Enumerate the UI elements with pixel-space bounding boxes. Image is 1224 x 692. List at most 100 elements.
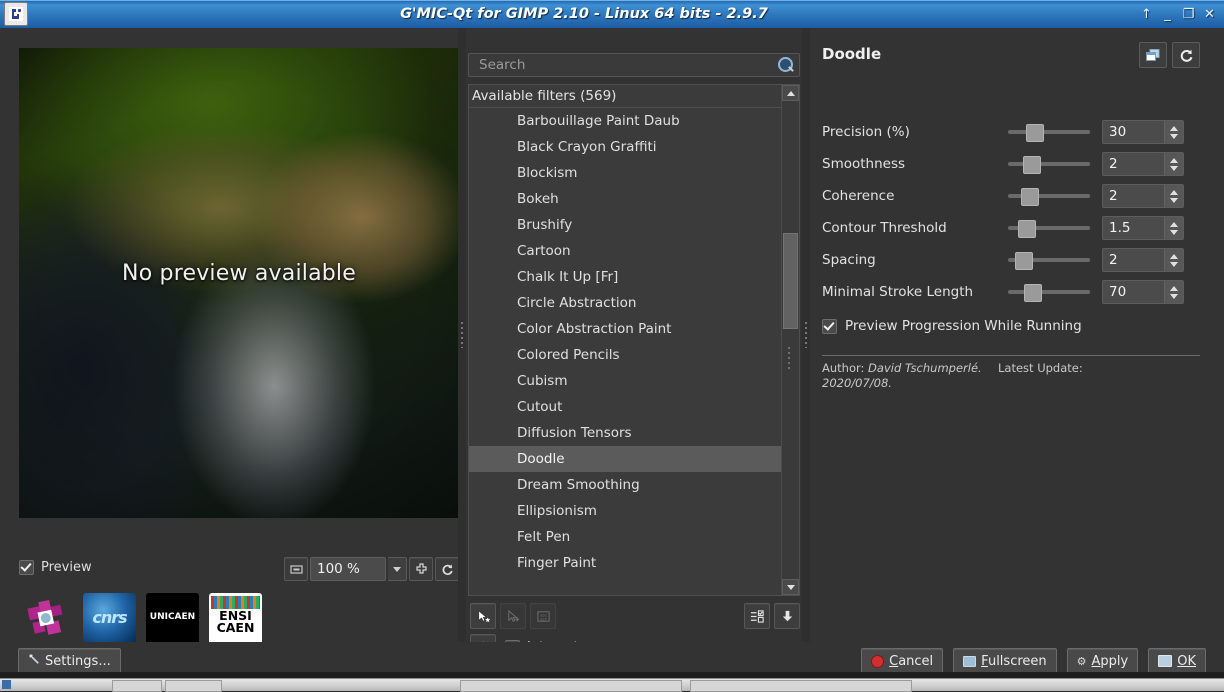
spinner-arrows[interactable] [1164,121,1183,143]
list-item[interactable]: Chalk It Up [Fr] [469,264,781,290]
taskbar-item[interactable] [165,680,222,692]
spinner-up-icon[interactable] [1170,253,1178,259]
list-item[interactable]: Dream Smoothing [469,472,781,498]
minimize-button[interactable]: _ [1161,8,1174,21]
param-value[interactable]: 2 [1103,156,1164,172]
close-button[interactable]: ✕ [1203,8,1216,21]
list-item[interactable]: Barbouillage Paint Daub [469,108,781,134]
list-item[interactable]: Felt Pen [469,524,781,550]
param-spinbox[interactable]: 30 [1102,120,1184,144]
preview-checkbox[interactable]: Preview [19,560,92,575]
settings-button[interactable]: Settings... [18,648,121,674]
list-item-selected[interactable]: Doodle [469,446,781,472]
param-slider[interactable] [1008,123,1090,142]
param-value[interactable]: 1.5 [1103,220,1164,236]
preview-progression-checkbox[interactable]: Preview Progression While Running [822,308,1210,340]
spinner-down-icon[interactable] [1170,197,1178,203]
spinner-arrows[interactable] [1164,153,1183,175]
param-spinbox[interactable]: 2 [1102,184,1184,208]
spinner-up-icon[interactable] [1170,221,1178,227]
slider-handle[interactable] [1026,124,1045,142]
slider-handle[interactable] [1022,156,1041,174]
reset-rotate-icon[interactable] [1172,42,1200,68]
search-icon[interactable] [777,56,795,74]
taskbar-item[interactable] [690,680,912,692]
list-item[interactable]: Ellipsionism [469,498,781,524]
spinner-arrows[interactable] [1164,217,1183,239]
list-item[interactable]: Cartoon [469,238,781,264]
param-slider[interactable] [1008,187,1090,206]
zoom-dropdown-button[interactable] [388,557,407,581]
taskbar-item[interactable] [112,680,162,692]
list-item[interactable]: Diffusion Tensors [469,420,781,446]
list-item[interactable]: Circle Abstraction [469,290,781,316]
preview-canvas[interactable]: No preview available [19,48,459,518]
list-item[interactable]: Blockism [469,160,781,186]
desktop-taskbar[interactable] [0,678,1224,692]
spinner-down-icon[interactable] [1170,133,1178,139]
param-spinbox[interactable]: 70 [1102,280,1184,304]
param-value[interactable]: 70 [1103,284,1164,300]
zoom-value[interactable]: 100 % [310,557,386,581]
search-box[interactable] [468,53,800,77]
spinner-up-icon[interactable] [1170,285,1178,291]
spinner-up-icon[interactable] [1170,125,1178,131]
param-value[interactable]: 2 [1103,252,1164,268]
param-slider[interactable] [1008,283,1090,302]
slider-handle[interactable] [1024,284,1043,302]
zoom-in-cross-icon[interactable] [409,557,433,581]
list-item[interactable]: Colored Pencils [469,342,781,368]
slider-handle[interactable] [1014,252,1033,270]
cursor-star-icon[interactable] [470,603,496,629]
slider-handle[interactable] [1021,188,1040,206]
fullscreen-button[interactable]: Fullscreen [953,648,1057,674]
preview-progression-checkbox-box[interactable] [822,318,837,334]
cancel-button[interactable]: Cancel [861,648,944,674]
search-input[interactable] [477,56,777,74]
filters-list[interactable]: Available filters (569) Barbouillage Pai… [468,84,800,596]
spinner-down-icon[interactable] [1170,165,1178,171]
taskbar-item[interactable] [460,680,682,692]
apply-button[interactable]: ⚙ Apply [1066,648,1139,674]
reset-rotate-icon[interactable] [435,557,459,581]
spinner-arrows[interactable] [1164,249,1183,271]
list-item[interactable]: Bokeh [469,186,781,212]
filters-scrollbar[interactable] [781,85,799,595]
scroll-up-button[interactable] [782,85,799,101]
spinner-down-icon[interactable] [1170,229,1178,235]
param-slider[interactable] [1008,251,1090,270]
list-item[interactable]: Brushify [469,212,781,238]
spinner-down-icon[interactable] [1170,261,1178,267]
maximize-button[interactable]: ❐ [1182,8,1195,21]
spinner-up-icon[interactable] [1170,189,1178,195]
fit-view-icon[interactable] [284,557,308,581]
list-item[interactable]: Color Abstraction Paint [469,316,781,342]
spinner-arrows[interactable] [1164,281,1183,303]
spinner-arrows[interactable] [1164,185,1183,207]
param-spinbox[interactable]: 1.5 [1102,216,1184,240]
ok-button[interactable]: OK [1148,648,1206,674]
splitter-right[interactable] [802,28,810,642]
taskbar-start-icon[interactable] [2,680,11,689]
spinner-down-icon[interactable] [1170,293,1178,299]
slider-handle[interactable] [1017,220,1036,238]
list-checkbox-icon[interactable] [744,603,770,629]
list-item[interactable]: Cubism [469,368,781,394]
scroll-down-button[interactable] [782,579,799,595]
scrollbar-thumb[interactable] [783,233,798,329]
download-arrow-icon[interactable] [774,603,800,629]
list-item[interactable]: Finger Paint [469,550,781,576]
list-item[interactable]: Black Crayon Graffiti [469,134,781,160]
param-slider[interactable] [1008,155,1090,174]
param-spinbox[interactable]: 2 [1102,248,1184,272]
param-value[interactable]: 30 [1103,124,1164,140]
param-slider[interactable] [1008,219,1090,238]
shade-button[interactable]: ↑ [1140,8,1153,21]
list-item[interactable]: Cutout [469,394,781,420]
preview-checkbox-box[interactable] [19,560,34,575]
param-value[interactable]: 2 [1103,188,1164,204]
param-spinbox[interactable]: 2 [1102,152,1184,176]
window-restore-icon[interactable] [1139,42,1167,68]
splitter-left[interactable] [458,28,466,642]
spinner-up-icon[interactable] [1170,157,1178,163]
